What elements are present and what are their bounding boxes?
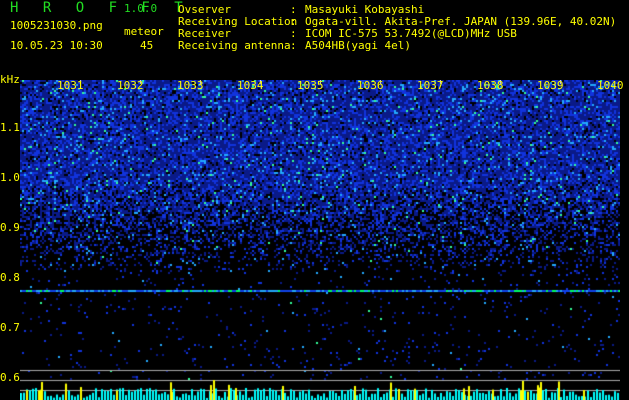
- x-tick-label: 1038: [477, 79, 504, 92]
- app-version: 1.0.0: [124, 2, 158, 15]
- y-tick-label: 1.0: [0, 171, 20, 184]
- meteor-count: 45: [140, 39, 154, 52]
- x-tick-label: 1040: [597, 79, 624, 92]
- y-tick-label: 0.7: [0, 321, 20, 334]
- hrofft-window: H R O F F T 1.0.0 1005231030.png meteor …: [0, 0, 629, 400]
- antenna-value: A504HB(yagi 4el): [305, 39, 411, 52]
- spectrogram: [20, 80, 620, 400]
- y-tick-label: 0.9: [0, 221, 20, 234]
- y-axis-unit: kHz: [0, 73, 20, 86]
- x-tick-label: 1033: [177, 79, 204, 92]
- x-tick-label: 1034: [237, 79, 264, 92]
- x-tick-label: 1037: [417, 79, 444, 92]
- x-tick-label: 1039: [537, 79, 564, 92]
- separator: :: [290, 39, 297, 52]
- image-filename: 1005231030.png: [10, 19, 103, 32]
- x-tick-label: 1035: [297, 79, 324, 92]
- x-tick-label: 1032: [117, 79, 144, 92]
- antenna-label: Receiving antenna: [178, 39, 291, 52]
- meteor-label: meteor: [124, 25, 164, 38]
- y-tick-label: 0.8: [0, 271, 20, 284]
- capture-datetime: 10.05.23 10:30: [10, 39, 103, 52]
- app-title: H R O F F T: [10, 0, 191, 16]
- y-tick-label: 1.1: [0, 121, 20, 134]
- y-tick-label: 0.6: [0, 371, 20, 384]
- x-tick-label: 1031: [57, 79, 84, 92]
- x-tick-label: 1036: [357, 79, 384, 92]
